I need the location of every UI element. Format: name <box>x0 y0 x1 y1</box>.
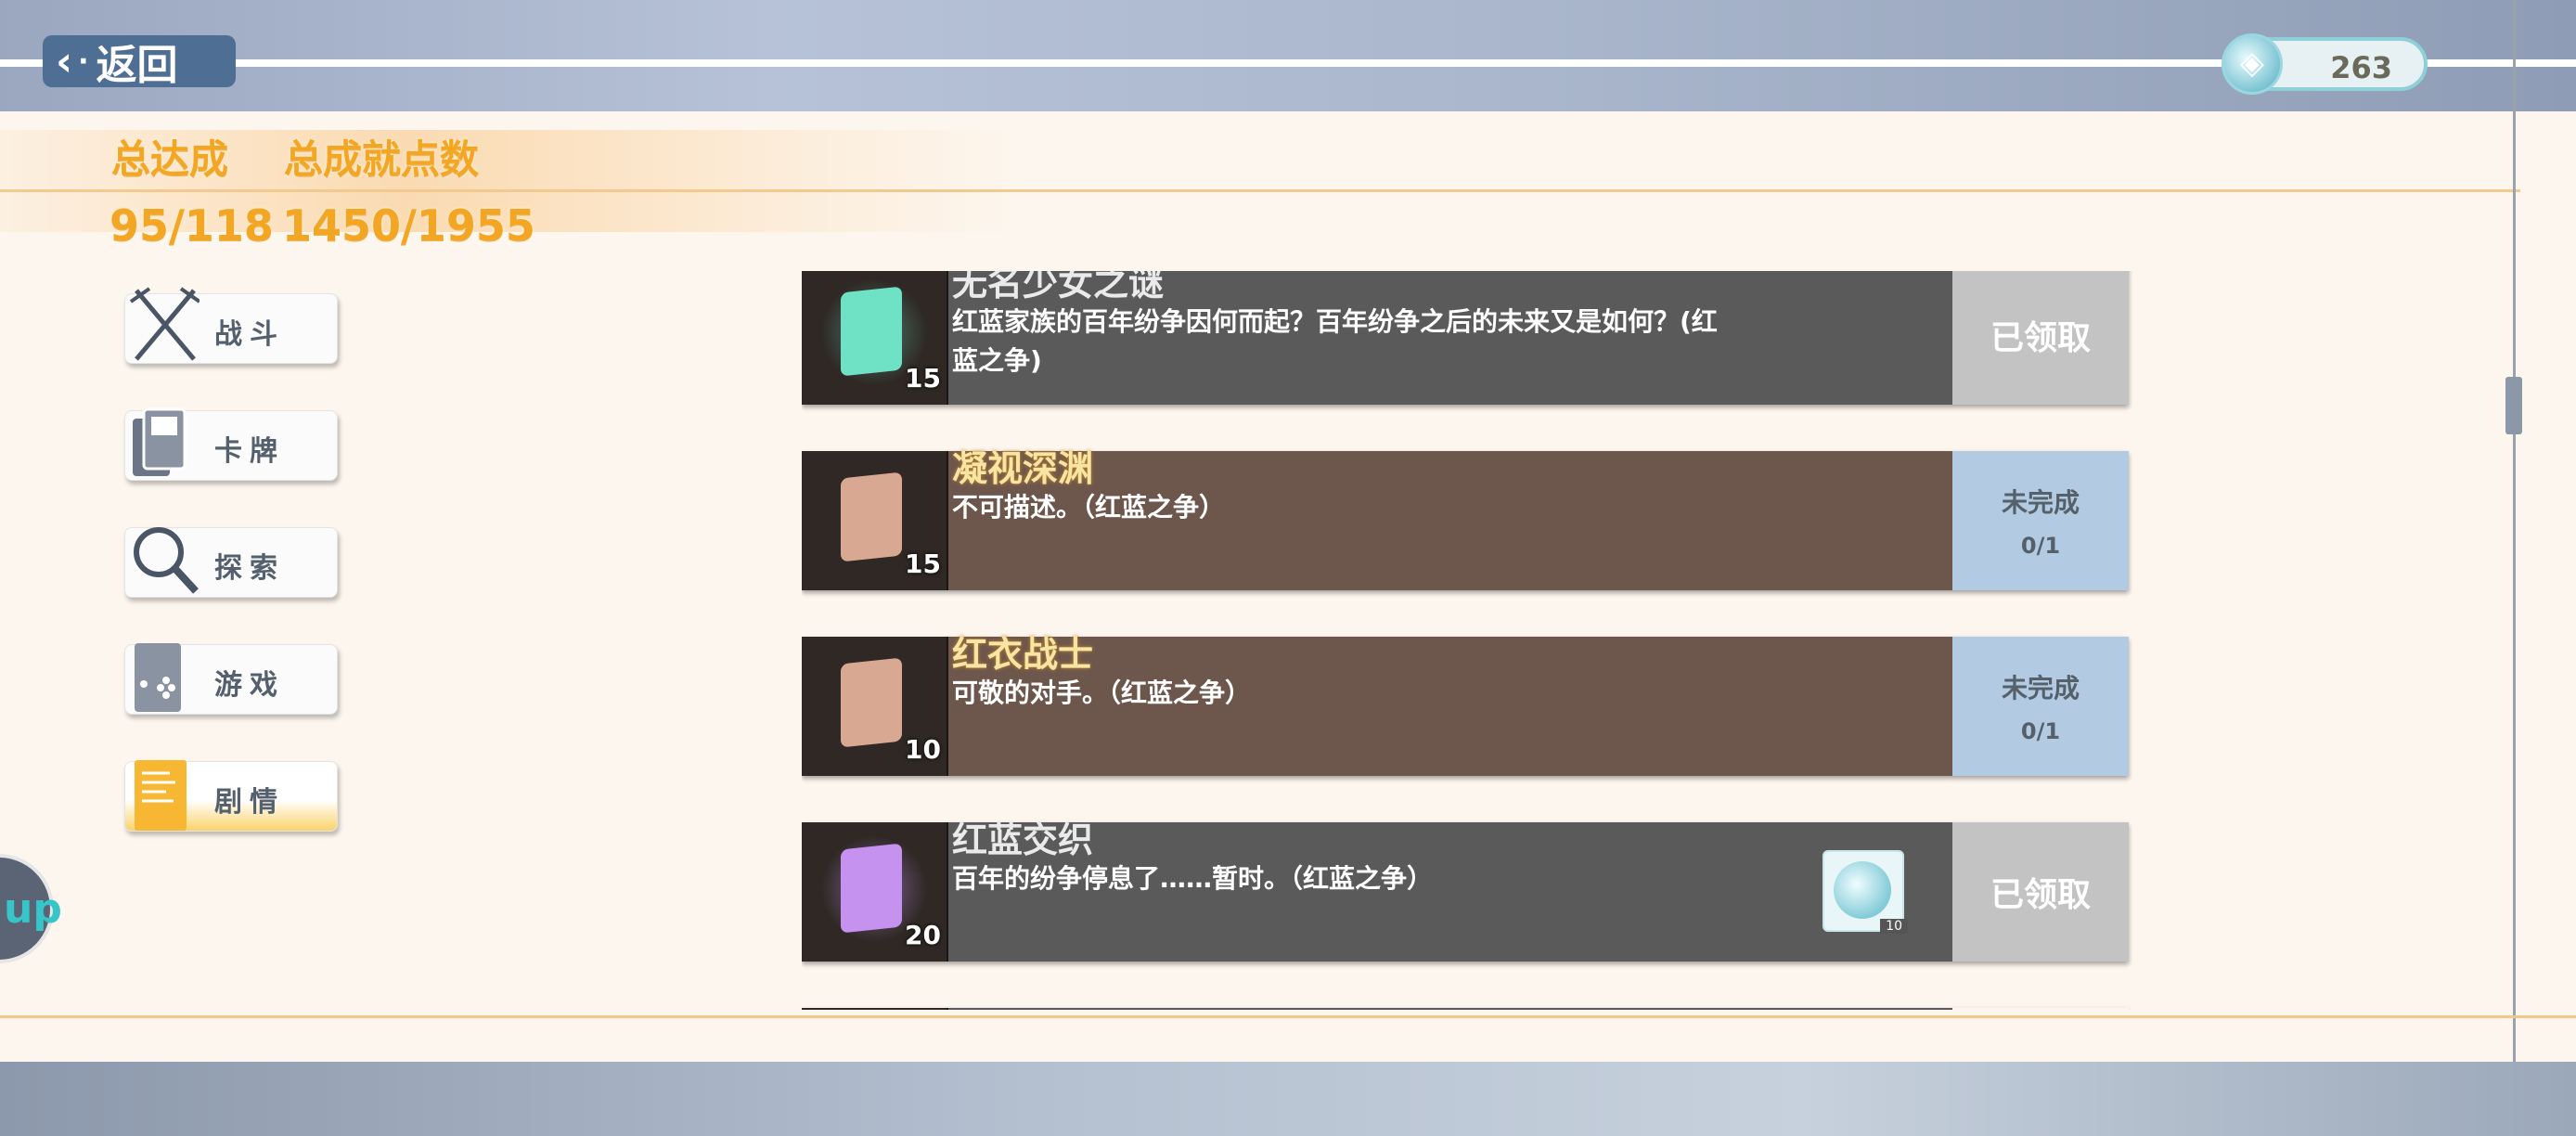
achievement-card[interactable]: 15 无名少女之谜 红蓝家族的百年纷争因何而起？百年纷争之后的未来又是如何？(红… <box>802 271 2129 405</box>
book-icon <box>841 843 902 934</box>
category-game-label: 游戏 <box>214 669 285 702</box>
back-label: 返回 <box>96 42 178 89</box>
achievement-icon: 15 <box>802 271 948 405</box>
achievement-card[interactable]: 10 红衣战士 可敬的对手。（红蓝之争） 未完成 0/1 <box>802 634 2129 776</box>
achievement-points: 10 <box>905 734 941 765</box>
achievement-card-body <box>947 1008 1952 1010</box>
achievement-card[interactable]: 15 凝视深渊 不可描述。（红蓝之争） 未完成 0/1 <box>802 448 2129 590</box>
status-progress: 0/1 <box>2020 533 2061 559</box>
back-button[interactable]: ‹ · 返回 <box>43 35 236 89</box>
category-explore-button[interactable]: 探索 <box>124 527 338 598</box>
top-divider <box>0 59 2576 67</box>
total-points-value: 1450/1955 <box>282 200 535 251</box>
top-bar <box>0 0 2576 111</box>
gem-coin-icon <box>1834 861 1891 919</box>
achievement-description: 可敬的对手。（红蓝之争） <box>952 678 1252 708</box>
achievement-title: 无名少女之谜 <box>952 271 1165 303</box>
book-icon <box>841 471 902 562</box>
total-points-label: 总成就点数 <box>284 136 480 182</box>
gamepad-icon <box>135 643 181 712</box>
category-explore-label: 探索 <box>214 552 285 585</box>
incomplete-status: 未完成 0/1 <box>1952 451 2129 590</box>
achievement-icon <box>802 1008 948 1010</box>
achievement-card[interactable] <box>802 1008 2129 1010</box>
header-divider <box>0 189 2520 192</box>
achievement-points: 20 <box>905 920 941 950</box>
achievement-title: 凝视深渊 <box>952 448 1094 489</box>
category-battle-label: 战斗 <box>214 318 285 351</box>
status-label: 未完成 <box>2001 487 2080 518</box>
achievement-list[interactable]: 15 无名少女之谜 红蓝家族的百年纷争因何而起？百年纷争之后的未来又是如何？(红… <box>802 271 2132 1010</box>
magnifier-icon <box>134 527 199 594</box>
achievement-card[interactable]: 20 红蓝交织 百年的纷争停息了……暂时。（红蓝之争） 10 已领取 <box>802 820 2129 962</box>
category-battle-button[interactable]: 战斗 <box>124 287 338 364</box>
status-progress: 0/1 <box>2020 718 2061 744</box>
achievement-icon: 20 <box>802 822 948 962</box>
achievement-icon: 10 <box>802 637 948 776</box>
total-achieved-value: 95/118 <box>109 200 274 251</box>
achievement-description: 不可描述。（红蓝之争） <box>952 492 1226 523</box>
bottom-bar <box>0 1062 2576 1136</box>
cards-icon <box>133 407 187 476</box>
total-achieved-label: 总达成 <box>111 136 229 182</box>
document-icon <box>135 760 187 831</box>
achievement-title: 红蓝交织 <box>952 820 1094 860</box>
scrollbar-track <box>2513 0 2516 1110</box>
book-icon <box>841 286 902 377</box>
category-cards-button[interactable]: 卡牌 <box>124 407 338 481</box>
achievement-description: 百年的纷争停息了……暂时。（红蓝之争） <box>952 863 1434 894</box>
category-game-button[interactable]: 游戏 <box>124 643 338 715</box>
book-icon <box>841 657 902 748</box>
crossed-swords-icon <box>129 287 200 361</box>
achievement-points: 15 <box>905 549 941 579</box>
scrollbar-thumb[interactable] <box>2505 377 2522 434</box>
side-tab-label: up <box>4 885 62 933</box>
chevron-left-icon: ‹ <box>56 37 73 85</box>
status-label: 未完成 <box>2001 673 2080 704</box>
achievement-description: 红蓝家族的百年纷争因何而起？百年纷争之后的未来又是如何？(红蓝之争) <box>952 306 1718 376</box>
category-story-button[interactable]: 剧情 <box>124 760 338 832</box>
currency-display: ◈ 263 <box>2222 33 2428 95</box>
gem-coin-icon: ◈ <box>2222 33 2283 95</box>
incomplete-status: 未完成 0/1 <box>1952 637 2129 776</box>
claimed-status-button[interactable]: 已领取 <box>1952 822 2129 962</box>
currency-value: 263 <box>2330 50 2392 85</box>
achievement-title: 红衣战士 <box>952 634 1094 675</box>
claimed-status-button[interactable]: 已领取 <box>1952 271 2129 405</box>
category-cards-label: 卡牌 <box>214 435 285 468</box>
bottom-divider <box>0 1015 2576 1018</box>
reward-amount: 10 <box>1880 919 1908 934</box>
status-label: 已领取 <box>1990 876 2091 914</box>
status-label: 已领取 <box>1990 319 2091 357</box>
achievement-icon: 15 <box>802 451 948 590</box>
dot-separator: · <box>78 45 89 78</box>
reward-gem-icon: 10 <box>1823 850 1908 934</box>
achievement-points: 15 <box>905 363 941 394</box>
category-story-label: 剧情 <box>214 786 285 819</box>
